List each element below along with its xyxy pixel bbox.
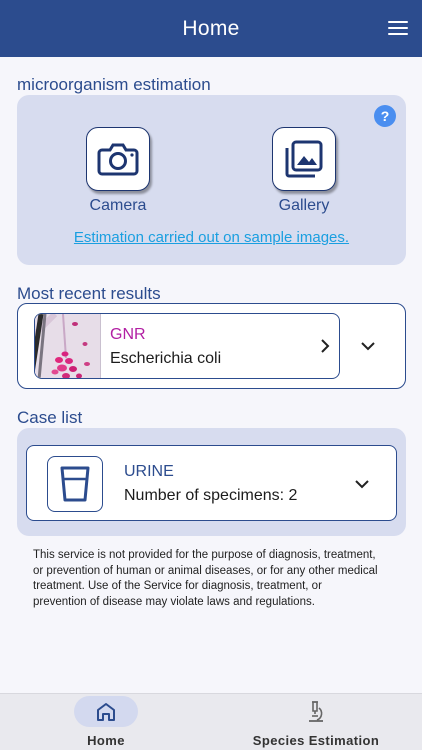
page-title: Home (182, 16, 240, 40)
bottom-navigation: Home Species Estimation (0, 693, 422, 750)
chevron-down-icon[interactable] (360, 340, 376, 352)
nav-species-estimation[interactable]: Species Estimation (246, 694, 386, 750)
specimen-thumbnail (35, 314, 101, 378)
estimation-card: ? Camera Gallery Estimation carried out … (17, 95, 406, 265)
estimation-section-title: microorganism estimation (17, 75, 211, 94)
camera-label: Camera (89, 197, 147, 214)
specimen-count: Number of specimens: 2 (124, 487, 298, 504)
camera-button[interactable]: Camera (73, 127, 163, 215)
top-app-bar: Home (0, 0, 422, 57)
help-icon[interactable]: ? (374, 105, 396, 127)
gallery-button[interactable]: Gallery (259, 127, 349, 215)
recent-result-item[interactable]: GNR Escherichia coli (34, 313, 340, 379)
recent-results-title: Most recent results (17, 284, 161, 303)
nav-species-label: Species Estimation (252, 733, 380, 748)
home-icon (74, 696, 138, 727)
gallery-icon (272, 127, 336, 191)
hamburger-menu-icon[interactable] (388, 19, 408, 37)
gallery-label: Gallery (278, 197, 330, 214)
chevron-right-icon (321, 339, 330, 353)
gram-stain-label: GNR (110, 326, 146, 343)
sample-images-link[interactable]: Estimation carried out on sample images. (17, 229, 406, 246)
case-type: URINE (124, 463, 174, 480)
recent-result-card: GNR Escherichia coli (17, 303, 406, 389)
microscope-icon (284, 696, 348, 727)
chevron-down-icon[interactable] (354, 478, 370, 490)
camera-icon (86, 127, 150, 191)
case-list-card: URINE Number of specimens: 2 (17, 428, 406, 536)
nav-home[interactable]: Home (61, 694, 151, 750)
case-list-title: Case list (17, 408, 83, 427)
nav-home-label: Home (87, 733, 125, 748)
species-name: Escherichia coli (110, 350, 222, 367)
urine-cup-icon (47, 456, 103, 512)
case-item[interactable]: URINE Number of specimens: 2 (26, 445, 397, 521)
disclaimer-text: This service is not provided for the pur… (33, 549, 378, 608)
